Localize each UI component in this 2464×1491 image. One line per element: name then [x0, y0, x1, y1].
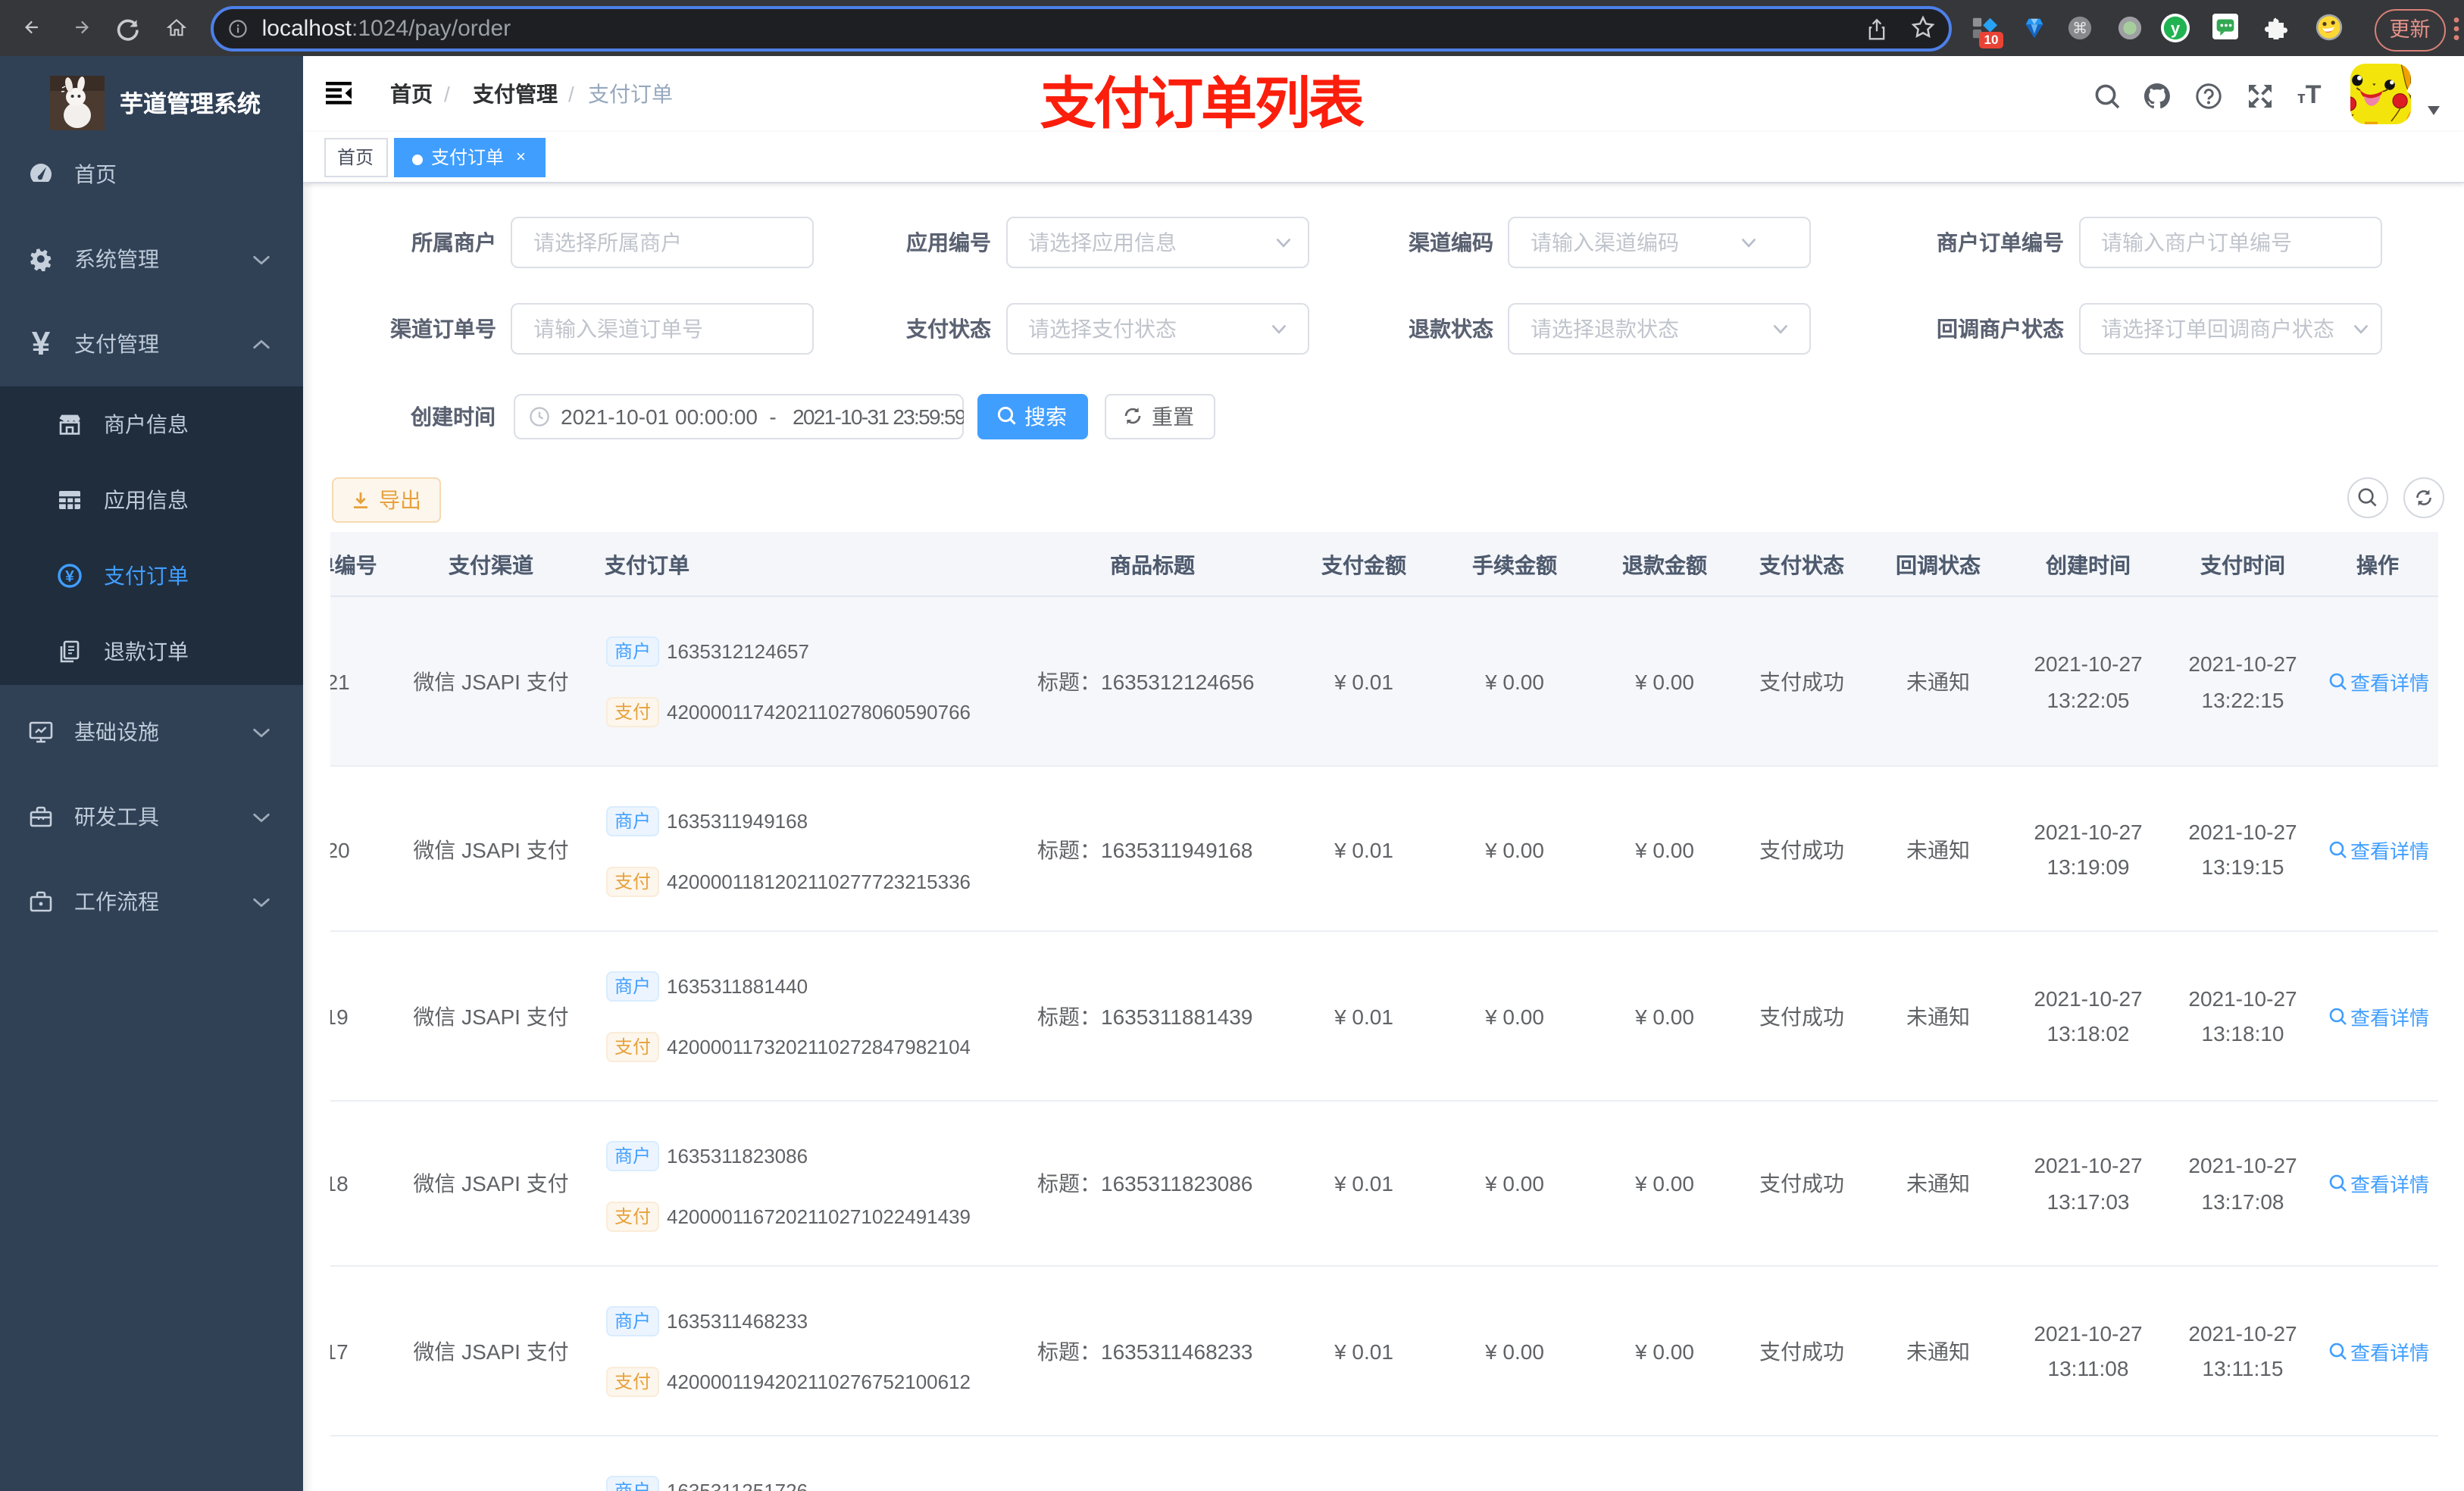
svg-text:y: y: [2171, 18, 2181, 37]
svg-text:⌘: ⌘: [2072, 20, 2087, 36]
svg-text:¥: ¥: [64, 568, 73, 586]
